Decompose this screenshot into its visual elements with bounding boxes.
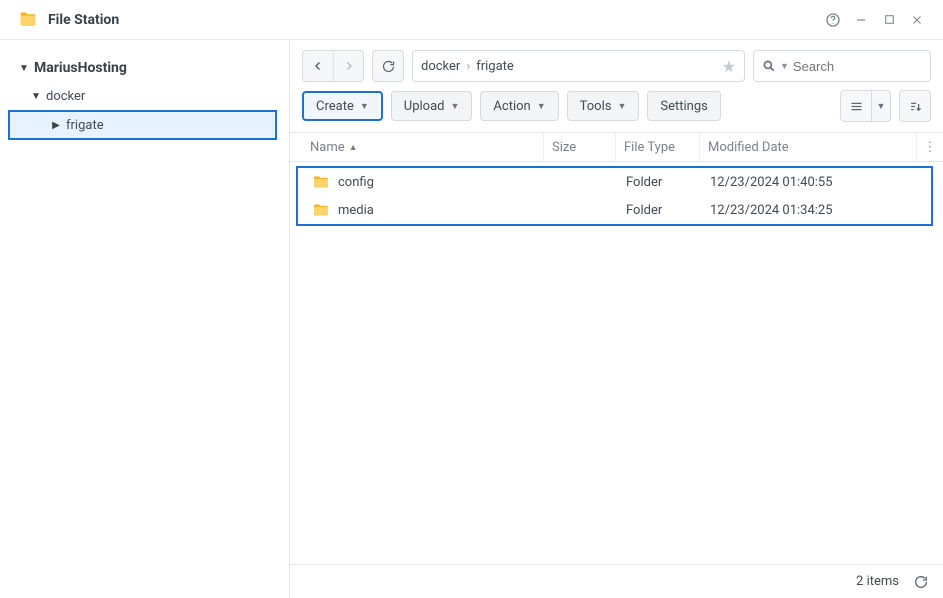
table-header: Name▲ Size File Type Modified Date ⋮ [290, 132, 943, 162]
caret-down-icon: ▼ [18, 63, 30, 74]
caret-down-icon: ▼ [617, 101, 626, 112]
file-type: Folder [618, 203, 702, 218]
tools-button[interactable]: Tools ▼ [567, 91, 640, 121]
file-date: 12/23/2024 01:34:25 [702, 203, 931, 218]
sort-asc-icon: ▲ [349, 142, 358, 153]
nav-back-button[interactable] [303, 51, 333, 81]
caret-down-icon: ▼ [877, 101, 886, 112]
titlebar: File Station [0, 0, 943, 40]
column-header-name[interactable]: Name▲ [302, 133, 544, 161]
status-refresh-button[interactable] [913, 574, 929, 590]
close-button[interactable] [903, 6, 931, 34]
tree-root[interactable]: ▼ MariusHosting [0, 54, 289, 82]
breadcrumb-item-docker[interactable]: docker [421, 59, 460, 74]
search-icon [762, 59, 776, 73]
tree-item-docker[interactable]: ▼ docker [0, 82, 289, 110]
caret-down-icon: ▼ [537, 101, 546, 112]
selection-highlight: config Folder 12/23/2024 01:40:55 media [296, 166, 933, 226]
file-type: Folder [618, 175, 702, 190]
caret-down-icon: ▼ [451, 101, 460, 112]
file-date: 12/23/2024 01:40:55 [702, 175, 931, 190]
status-bar: 2 items [290, 564, 943, 598]
breadcrumb: docker › frigate ★ [412, 50, 745, 82]
file-name: config [338, 175, 374, 190]
help-button[interactable] [819, 6, 847, 34]
column-header-date[interactable]: Modified Date [700, 133, 917, 161]
folder-icon [312, 175, 330, 189]
caret-down-icon[interactable]: ▼ [780, 61, 789, 72]
folder-icon [312, 203, 330, 217]
nav-forward-button[interactable] [333, 51, 363, 81]
sidebar: ▼ MariusHosting ▼ docker ▶ frigate [0, 40, 290, 598]
reload-button[interactable] [372, 50, 404, 82]
upload-button[interactable]: Upload ▼ [391, 91, 473, 121]
column-options-button[interactable]: ⋮ [917, 140, 943, 155]
search-input[interactable] [793, 59, 943, 74]
button-label: Tools [580, 99, 612, 114]
button-label: Create [316, 99, 354, 114]
chevron-right-icon: › [466, 59, 470, 74]
table-row[interactable]: media Folder 12/23/2024 01:34:25 [298, 196, 931, 224]
caret-down-icon: ▼ [30, 91, 42, 102]
nav-group [302, 50, 364, 82]
tree-item-label: frigate [66, 118, 104, 133]
view-dropdown-button[interactable]: ▼ [871, 90, 891, 122]
caret-down-icon: ▼ [360, 101, 369, 112]
create-button[interactable]: Create ▼ [302, 91, 383, 121]
tree-item-frigate[interactable]: ▶ frigate [8, 110, 277, 140]
column-header-size[interactable]: Size [544, 133, 616, 161]
sort-button[interactable] [899, 90, 931, 122]
maximize-button[interactable] [875, 6, 903, 34]
search-box[interactable]: ▼ [753, 50, 931, 82]
caret-right-icon: ▶ [50, 120, 62, 131]
button-label: Upload [404, 99, 445, 114]
tree-item-label: docker [46, 89, 85, 104]
button-label: Settings [660, 99, 707, 114]
favorite-star-button[interactable]: ★ [722, 57, 736, 76]
breadcrumb-item-frigate[interactable]: frigate [476, 59, 514, 74]
file-name: media [338, 203, 374, 218]
window-title: File Station [48, 12, 119, 28]
settings-button[interactable]: Settings [647, 91, 720, 121]
column-header-type[interactable]: File Type [616, 133, 700, 161]
tree-root-label: MariusHosting [34, 60, 127, 76]
minimize-button[interactable] [847, 6, 875, 34]
button-label: Action [493, 99, 530, 114]
table-row[interactable]: config Folder 12/23/2024 01:40:55 [298, 168, 931, 196]
app-folder-icon [18, 10, 38, 30]
action-button[interactable]: Action ▼ [480, 91, 558, 121]
view-list-button[interactable] [840, 90, 872, 122]
item-count: 2 items [856, 574, 899, 589]
